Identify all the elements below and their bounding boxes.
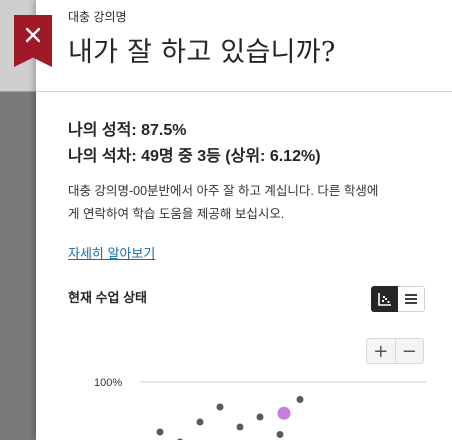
- list-view-button[interactable]: [398, 286, 425, 312]
- classmate-point[interactable]: [276, 431, 284, 438]
- page-title: 내가 잘 하고 있습니까?: [68, 37, 336, 68]
- zoom-out-button[interactable]: −: [394, 339, 424, 363]
- my-score-point[interactable]: [277, 406, 291, 420]
- classmate-point[interactable]: [256, 413, 264, 421]
- header-divider: [36, 91, 452, 92]
- classmate-point[interactable]: [196, 418, 204, 426]
- course-name: 대충 강의명: [68, 10, 127, 24]
- chart-icon: [377, 293, 391, 306]
- classmate-point[interactable]: [156, 428, 164, 436]
- close-icon: [25, 27, 41, 43]
- backdrop-divider: [0, 91, 36, 92]
- class-status-chart: 100%: [94, 377, 426, 440]
- chart-view-button[interactable]: [371, 286, 398, 312]
- classmate-point[interactable]: [296, 396, 304, 403]
- my-score: 나의 성적: 87.5%: [68, 122, 187, 139]
- y-tick-label: 100%: [94, 377, 122, 389]
- class-status-title: 현재 수업 상태: [68, 290, 147, 305]
- classmate-point[interactable]: [216, 403, 224, 411]
- classmate-point[interactable]: [236, 423, 244, 431]
- zoom-controls: + −: [366, 338, 424, 364]
- my-rank: 나의 석차: 49명 중 3등 (상위: 6.12%): [68, 148, 321, 165]
- learn-more-link[interactable]: 자세히 알아보기: [68, 243, 155, 262]
- list-icon: [405, 294, 417, 304]
- zoom-in-button[interactable]: +: [367, 339, 395, 363]
- view-toggle: [371, 286, 425, 312]
- performance-description: 대충 강의명-00분반에서 아주 잘 하고 계십니다. 다른 학생에게 연락하여…: [68, 184, 379, 221]
